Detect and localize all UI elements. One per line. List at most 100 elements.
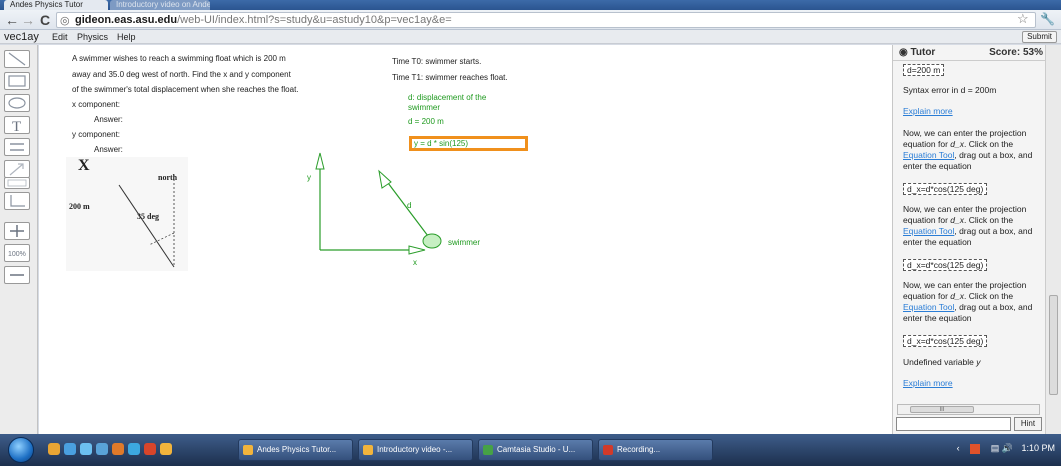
network-tray-icon[interactable]: ▤ [991, 443, 1000, 453]
tutor-vertical-scrollbar[interactable] [1045, 45, 1061, 434]
equation-tool-link[interactable]: Equation Tool [903, 226, 954, 236]
tutor-hint-2: Now, we can enter the projection equatio… [903, 204, 1033, 248]
tutor-horizontal-scrollbar[interactable]: III [897, 404, 1040, 415]
recording-app-icon [603, 445, 613, 455]
taskbar-button-recording[interactable]: Recording... [598, 439, 713, 461]
explain-more-link-text[interactable]: Explain more [903, 106, 953, 116]
explain-more-link-1[interactable]: Explain more [903, 106, 1033, 117]
axes-tool[interactable] [4, 192, 30, 210]
app-menu-bar: vec1ay Edit Physics Help Submit [0, 30, 1061, 44]
camtasia-tray-icon[interactable] [970, 443, 981, 454]
taskbar-label: Introductory video -... [377, 445, 453, 454]
firefox-quicklaunch-icon[interactable] [48, 443, 60, 455]
rectangle-tool[interactable] [4, 72, 30, 90]
hint-text: . Click on the [963, 139, 1014, 149]
score-label: Score: 53% [989, 47, 1043, 58]
browser-tab-active[interactable]: Andes Physics Tutor [4, 0, 108, 10]
volume-tray-icon[interactable]: 🔊 [1002, 443, 1013, 453]
tutor-equation-3: d_x=d*cos(125 deg) [903, 335, 1033, 347]
tutor-tab[interactable]: ◉ Tutor [899, 45, 935, 61]
time-t0[interactable]: Time T0: swimmer starts. [392, 57, 481, 66]
hint-variable: d_x [950, 215, 964, 225]
figure-north-label: north [158, 173, 178, 182]
reload-icon[interactable]: C [37, 12, 53, 28]
figure-angle-label: 35 deg [137, 212, 159, 221]
equation-tool[interactable] [4, 138, 30, 156]
browser-toolbar: ← → C ◎ gideon.eas.asu.edu/web-UI/index.h… [0, 10, 1061, 30]
tutor-entry-echo: d=200 m [903, 64, 1033, 76]
ellipse-tool[interactable] [4, 94, 30, 112]
vector-d-label: d [407, 201, 412, 210]
folder-quicklaunch-icon[interactable] [128, 443, 140, 455]
swimmer-body[interactable] [422, 233, 442, 249]
equation-tool-link[interactable]: Equation Tool [903, 302, 954, 312]
network-quicklaunch-icon[interactable] [96, 443, 108, 455]
taskbar-button-camtasia[interactable]: Camtasia Studio - U... [478, 439, 593, 461]
vector-tool[interactable] [4, 160, 30, 178]
start-button-icon[interactable] [8, 437, 34, 463]
text-tool-icon: T [12, 119, 21, 133]
tutor-equation-2: d_x=d*cos(125 deg) [903, 259, 1033, 271]
taskbar-button-andes[interactable]: Andes Physics Tutor... [238, 439, 353, 461]
vertical-scroll-thumb[interactable] [1049, 295, 1058, 395]
horizontal-scroll-thumb[interactable]: III [910, 406, 974, 413]
equation-input-box[interactable]: y = d * sin(125) [409, 136, 528, 151]
browser-app-icon [363, 445, 373, 455]
clock[interactable]: 1:10 PM [1021, 443, 1055, 453]
zero-vector-tool[interactable] [4, 177, 30, 189]
url-host: gideon.eas.asu.edu [75, 14, 178, 26]
y-axis-arrowhead [315, 152, 325, 170]
equation-tool-link[interactable]: Equation Tool [903, 150, 954, 160]
line-tool[interactable] [4, 50, 30, 68]
tutor-input-field[interactable] [896, 417, 1011, 431]
figure-distance-label: 200 m [69, 202, 90, 211]
equation-echo-box: d_x=d*cos(125 deg) [903, 259, 988, 271]
problem-name: vec1ay [4, 31, 39, 43]
zoom-100-button[interactable]: 100% [4, 244, 30, 262]
rectangle-tool-icon [8, 75, 26, 87]
page-info-icon[interactable]: ◎ [60, 14, 70, 27]
minus-icon [10, 274, 24, 276]
hint-variable: d_x [950, 291, 964, 301]
ie-quicklaunch-icon[interactable] [64, 443, 76, 455]
zoom-100-icon: 100% [8, 251, 26, 258]
submit-button[interactable]: Submit [1022, 31, 1057, 43]
media-quicklaunch-icon[interactable] [80, 443, 92, 455]
drawing-canvas[interactable]: A swimmer wishes to reach a swimming flo… [39, 45, 892, 434]
tutor-hint-1: Now, we can enter the projection equatio… [903, 128, 1033, 172]
taskbar-label: Recording... [617, 445, 661, 454]
equation-tool-icon [10, 143, 24, 151]
equation-echo-box: d_x=d*cos(125 deg) [903, 183, 988, 195]
tutor-messages: d=200 m Syntax error in d = 200m Explain… [893, 61, 1046, 401]
menu-physics[interactable]: Physics [77, 30, 108, 44]
taskbar-label: Camtasia Studio - U... [497, 445, 576, 454]
bookmark-star-icon[interactable]: ☆ [1017, 11, 1029, 27]
text-tool[interactable]: T [4, 116, 30, 134]
wrench-menu-icon[interactable]: 🔧 [1040, 12, 1055, 26]
other-quicklaunch-icon[interactable] [160, 443, 172, 455]
zoom-out-button[interactable] [4, 266, 30, 284]
address-bar[interactable]: ◎ gideon.eas.asu.edu/web-UI/index.html?s=… [56, 12, 1036, 28]
forward-icon[interactable]: → [20, 12, 36, 28]
app-quicklaunch-icon[interactable] [112, 443, 124, 455]
zoom-in-button[interactable] [4, 222, 30, 240]
explain-more-link-text[interactable]: Explain more [903, 378, 953, 388]
d-value-equation[interactable]: d = 200 m [408, 117, 444, 126]
plus-icon [10, 225, 24, 237]
time-t1[interactable]: Time T1: swimmer reaches float. [392, 73, 508, 82]
explain-more-link-2[interactable]: Explain more [903, 378, 1033, 389]
hint-button[interactable]: Hint [1014, 417, 1042, 431]
browser-tab-inactive[interactable]: Introductory video on Andes [110, 0, 210, 10]
taskbar-button-video[interactable]: Introductory video -... [358, 439, 473, 461]
tutor-header: ◉ Tutor Score: 53% [893, 45, 1046, 61]
tray-arrow-icon[interactable]: ‹ [957, 443, 960, 453]
definition-d-line-2[interactable]: swimmer [408, 103, 440, 112]
menu-help[interactable]: Help [117, 30, 136, 44]
taskbar-label: Andes Physics Tutor... [257, 445, 337, 454]
menu-edit[interactable]: Edit [52, 30, 68, 44]
back-icon[interactable]: ← [4, 12, 20, 28]
zero-vector-icon [7, 179, 27, 187]
definition-d-line-1[interactable]: d: displacement of the [408, 93, 486, 102]
x-axis-arrowhead [408, 245, 426, 255]
chrome-quicklaunch-icon[interactable] [144, 443, 156, 455]
